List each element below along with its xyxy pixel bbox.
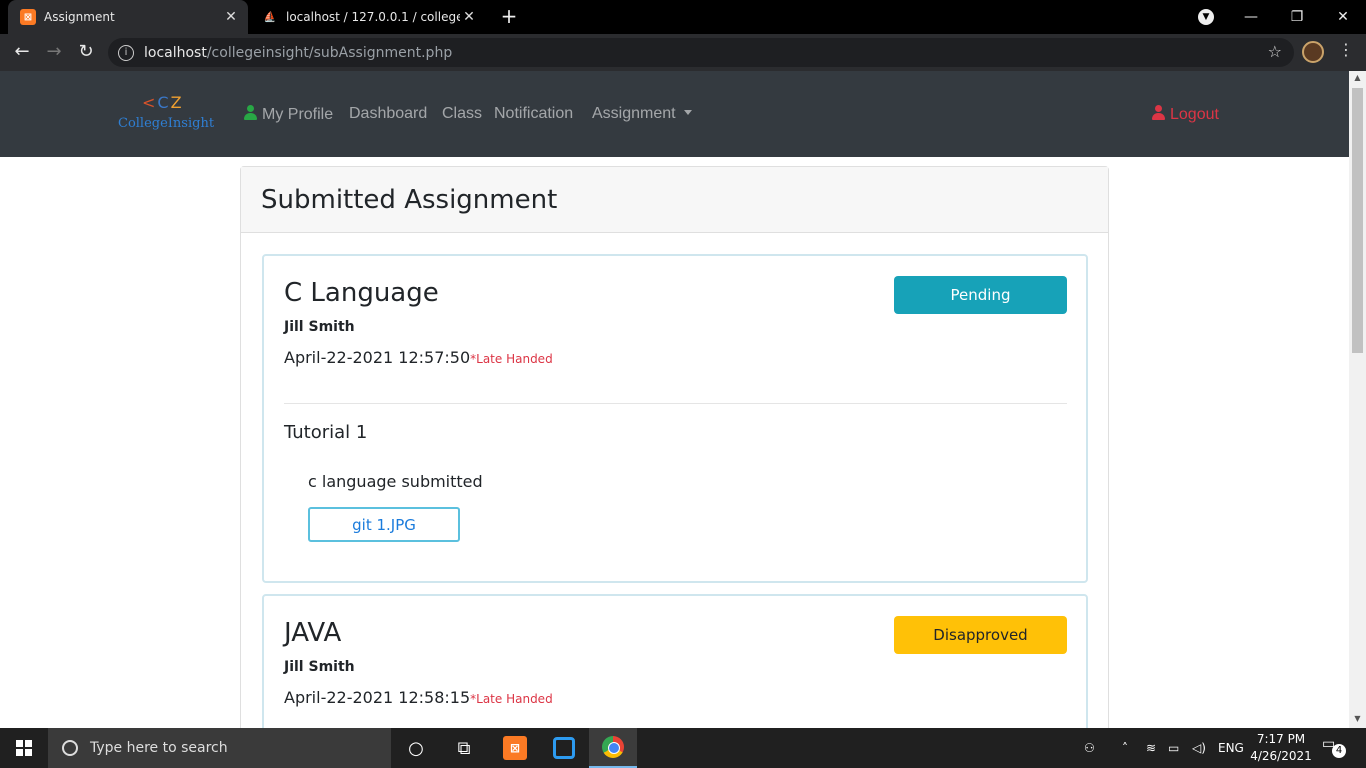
search-placeholder: Type here to search <box>90 740 228 756</box>
back-icon[interactable]: ← <box>10 40 34 64</box>
chrome-taskbar-icon[interactable] <box>589 728 637 768</box>
phpmyadmin-icon: ⛵ <box>263 11 277 23</box>
user-times-icon <box>1151 105 1166 121</box>
tab-assignment[interactable]: ⊠ Assignment ✕ <box>8 0 248 34</box>
windows-taskbar: Type here to search ○ ⧉ ⊠ ⚇ ˄ ≋ ▭ ◁) ENG… <box>0 728 1366 768</box>
submission-description: c language submitted <box>308 472 483 491</box>
cortana-icon[interactable]: ○ <box>392 728 440 768</box>
tab-search-icon[interactable]: ▼ <box>1198 9 1214 25</box>
caret-down-icon <box>683 110 692 115</box>
brand-logo[interactable]: <CZ CollegeInsight <box>118 93 222 135</box>
subject-name: C Language <box>284 278 439 308</box>
url-host: localhost <box>144 44 207 61</box>
show-hidden-icons[interactable]: ˄ <box>1122 728 1128 768</box>
nav-assignment-dropdown[interactable]: Assignment <box>592 105 692 123</box>
battery-icon[interactable]: ▭ <box>1168 728 1179 768</box>
taskbar-search[interactable]: Type here to search <box>48 728 391 768</box>
url-path: /collegeinsight/subAssignment.php <box>206 44 453 61</box>
nav-class[interactable]: Class <box>442 105 482 123</box>
info-icon[interactable]: i <box>118 44 134 61</box>
site-navbar: <CZ CollegeInsight My Profile Dashboard … <box>0 71 1349 157</box>
page-viewport: <CZ CollegeInsight My Profile Dashboard … <box>0 71 1349 728</box>
forward-icon[interactable]: → <box>42 40 66 64</box>
address-bar[interactable]: i localhost/collegeinsight/subAssignment… <box>108 38 1294 67</box>
close-icon[interactable]: ✕ <box>460 9 478 25</box>
divider <box>284 403 1067 404</box>
clock-time: 7:17 PM <box>1256 732 1306 746</box>
page-scrollbar[interactable]: ▲ ▼ <box>1349 71 1366 728</box>
submission-card: JAVA Jill Smith April-22-2021 12:58:15*L… <box>262 594 1088 728</box>
page-title: Submitted Assignment <box>261 184 558 215</box>
volume-icon[interactable]: ◁) <box>1192 728 1206 768</box>
browser-tab-strip: ⊠ Assignment ✕ ⛵ localhost / 127.0.0.1 /… <box>0 0 1366 34</box>
windows-icon <box>16 740 32 756</box>
vscode-taskbar-icon[interactable] <box>540 728 588 768</box>
close-window-button[interactable]: ✕ <box>1320 0 1366 34</box>
tab-title: localhost / 127.0.0.1 / collegeinsi <box>286 10 460 24</box>
late-note: *Late Handed <box>470 692 553 706</box>
status-button[interactable]: Disapproved <box>894 616 1067 654</box>
notification-count: 4 <box>1332 744 1346 758</box>
logo-mark: <CZ <box>142 93 184 112</box>
wifi-icon[interactable]: ≋ <box>1146 728 1156 768</box>
menu-dots-icon[interactable]: ⋮ <box>1336 40 1356 59</box>
restore-button[interactable]: ❐ <box>1274 0 1320 34</box>
xampp-taskbar-icon[interactable]: ⊠ <box>491 728 539 768</box>
nav-notification[interactable]: Notification <box>494 105 573 123</box>
tutorial-title: Tutorial 1 <box>284 422 368 443</box>
student-name: Jill Smith <box>284 319 355 335</box>
submission-date: April-22-2021 12:57:50*Late Handed <box>284 348 553 367</box>
task-view-icon[interactable]: ⧉ <box>440 728 488 768</box>
start-button[interactable] <box>0 728 48 768</box>
subject-name: JAVA <box>284 618 342 648</box>
file-download-button[interactable]: git 1.JPG <box>308 507 460 542</box>
minimize-button[interactable]: — <box>1228 0 1274 34</box>
browser-toolbar: ← → ↻ i localhost/collegeinsight/subAssi… <box>0 34 1366 71</box>
nav-my-profile[interactable]: My Profile <box>243 105 333 124</box>
late-note: *Late Handed <box>470 352 553 366</box>
new-tab-button[interactable]: + <box>498 5 520 27</box>
notification-center-icon[interactable]: ▭ 4 <box>1322 736 1346 758</box>
scroll-down-arrow[interactable]: ▼ <box>1349 714 1366 726</box>
xampp-icon: ⊠ <box>20 9 36 25</box>
brand-name: CollegeInsight <box>118 116 215 131</box>
submission-date: April-22-2021 12:58:15*Late Handed <box>284 688 553 707</box>
language-indicator[interactable]: ENG <box>1218 728 1244 768</box>
status-button[interactable]: Pending <box>894 276 1067 314</box>
nav-dashboard[interactable]: Dashboard <box>349 105 427 123</box>
student-name: Jill Smith <box>284 659 355 675</box>
bookmark-star-icon[interactable]: ☆ <box>1268 42 1282 61</box>
search-icon <box>62 740 78 756</box>
reload-icon[interactable]: ↻ <box>74 40 98 64</box>
profile-avatar[interactable] <box>1302 41 1324 63</box>
tab-phpmyadmin[interactable]: ⛵ localhost / 127.0.0.1 / collegeinsi ✕ <box>250 0 486 34</box>
tab-title: Assignment <box>44 10 115 24</box>
close-icon[interactable]: ✕ <box>222 9 240 25</box>
clock-date: 4/26/2021 <box>1250 749 1312 763</box>
scroll-up-arrow[interactable]: ▲ <box>1349 73 1366 85</box>
people-icon[interactable]: ⚇ <box>1084 728 1095 768</box>
submission-card: C Language Jill Smith April-22-2021 12:5… <box>262 254 1088 583</box>
scroll-thumb[interactable] <box>1352 88 1363 353</box>
card-header: Submitted Assignment <box>241 167 1108 233</box>
submitted-assignments-card: Submitted Assignment C Language Jill Smi… <box>240 166 1109 728</box>
clock[interactable]: 7:17 PM 4/26/2021 <box>1248 731 1314 765</box>
user-icon <box>243 105 258 121</box>
nav-logout[interactable]: Logout <box>1151 105 1219 124</box>
